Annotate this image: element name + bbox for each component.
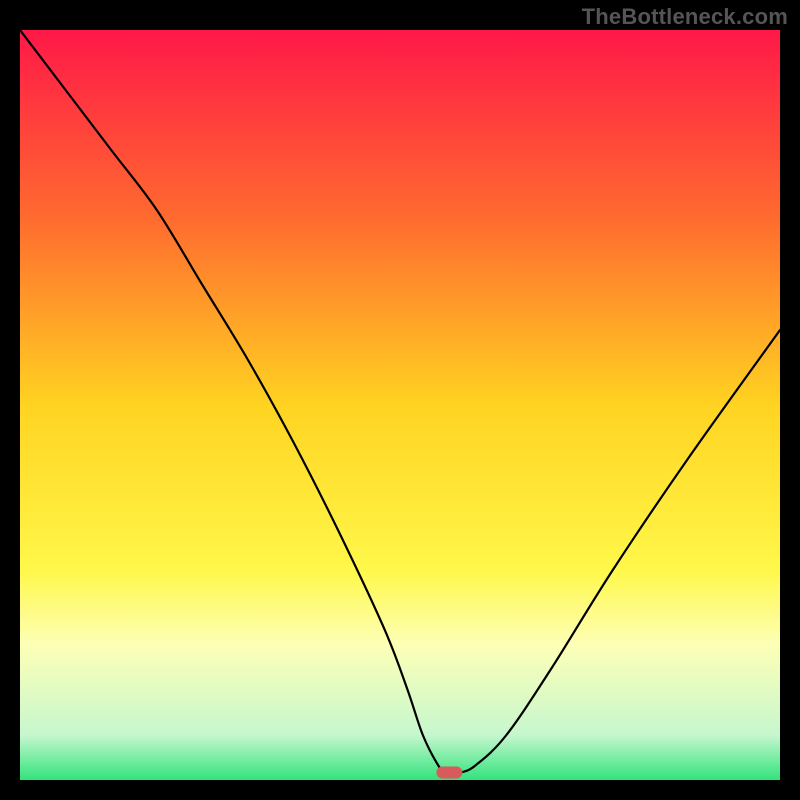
chart-frame: TheBottleneck.com <box>0 0 800 800</box>
attribution-text: TheBottleneck.com <box>582 4 788 30</box>
chart-svg <box>20 30 780 780</box>
optimum-marker <box>436 767 462 779</box>
chart-plot-area <box>20 30 780 780</box>
